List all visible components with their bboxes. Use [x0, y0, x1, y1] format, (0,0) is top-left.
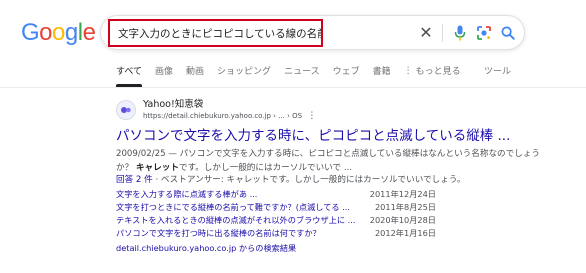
list-item: 文字を入力する際に点滅する棒があ ... 2011年12月24日: [116, 189, 436, 200]
search-icon[interactable]: [499, 24, 517, 42]
list-item: 文字を打つときにでる縦棒の名前って難ですか？(点滅してる ... 2011年8月…: [116, 202, 436, 213]
result-site[interactable]: Yahoo!知恵袋 https://detail.chiebukuro.yaho…: [116, 99, 316, 121]
best-answer-text: · ベストアンサー: キャレットです。しかし一般的にはカーソルでいいでしょう。: [155, 175, 466, 185]
answer-count-link[interactable]: 回答 2 件: [116, 175, 153, 185]
logo-letter-o2: o: [52, 19, 65, 46]
more-vert-icon: ⋮: [403, 65, 413, 76]
yahoo-chiebukuro-favicon: [116, 100, 136, 120]
result-title-link[interactable]: パソコンで文字を入力する時に、ピコピコと点滅している縦棒 ...: [116, 124, 510, 144]
related-date: 2011年8月25日: [374, 202, 436, 212]
site-url: https://detail.chiebukuro.yahoo.co.jp › …: [143, 112, 303, 120]
result-snippet: 2009/02/25 — パソコンで文字を入力する時に、ピコピコと点滅している縦…: [116, 147, 556, 175]
list-item: パソコンで文字を打つ時に出る縦棒の名前は何ですか？ 2012年1月16日: [116, 228, 436, 239]
search-tabs: すべて 画像 動画 ショッピング ニュース ウェブ 書籍 ⋮ もっと見る: [116, 64, 474, 87]
clear-icon[interactable]: ✕: [417, 24, 435, 42]
tab-books[interactable]: 書籍: [373, 64, 391, 87]
more-tabs-label: もっと見る: [415, 67, 461, 77]
tab-all[interactable]: すべて: [116, 64, 143, 87]
more-tabs-button[interactable]: ⋮ もっと見る: [404, 64, 461, 87]
search-bar[interactable]: 文字入力のときにピコピコしている線の名前 ✕: [100, 15, 525, 50]
more-results-link[interactable]: detail.chiebukuro.yahoo.co.jp からの検索結果: [116, 242, 296, 254]
search-divider: [442, 24, 443, 42]
logo-letter-g2: g: [64, 19, 78, 46]
tab-shopping[interactable]: ショッピング: [217, 64, 271, 87]
related-link[interactable]: テキストを入れるときの縦棒の点滅がそれ以外のブラウザ上に ...: [116, 215, 361, 226]
search-query-text: 文字入力のときにピコピコしている線の名前: [118, 27, 323, 40]
microphone-icon[interactable]: [451, 24, 469, 42]
search-input[interactable]: 文字入力のときにピコピコしている線の名前: [108, 19, 323, 47]
related-link[interactable]: 文字を入力する際に点滅する棒があ ...: [116, 189, 361, 200]
related-questions: 文字を入力する際に点滅する棒があ ... 2011年12月24日 文字を打つとき…: [116, 189, 436, 241]
kebab-menu-icon[interactable]: ⋮: [307, 111, 316, 121]
tab-news[interactable]: ニュース: [284, 64, 320, 87]
tab-web[interactable]: ウェブ: [333, 64, 360, 87]
snippet-bold-term: キャレット: [135, 163, 179, 173]
google-logo[interactable]: Google: [21, 19, 96, 47]
related-link[interactable]: 文字を打つときにでる縦棒の名前って難ですか？(点滅してる ...: [116, 202, 361, 213]
camera-lens-icon[interactable]: [475, 24, 493, 42]
tools-button[interactable]: ツール: [484, 64, 511, 77]
snippet-text-2: です。しかし一般的にはカーソルでいいで ...: [178, 163, 353, 173]
answer-line: 回答 2 件 · ベストアンサー: キャレットです。しかし一般的にはカーソルでい…: [116, 173, 466, 185]
site-name: Yahoo!知恵袋: [143, 99, 204, 110]
logo-letter-o1: o: [39, 19, 53, 46]
list-item: テキストを入れるときの縦棒の点滅がそれ以外のブラウザ上に ... 2020年10…: [116, 215, 436, 226]
tabs-divider: [0, 87, 586, 88]
logo-letter-e: e: [82, 19, 96, 46]
tab-images[interactable]: 画像: [155, 64, 173, 87]
related-date: 2012年1月16日: [374, 228, 436, 238]
logo-letter-g: G: [21, 19, 40, 46]
tab-videos[interactable]: 動画: [186, 64, 204, 87]
related-date: 2011年12月24日: [369, 189, 436, 199]
related-date: 2020年10月28日: [369, 215, 436, 225]
related-link[interactable]: パソコンで文字を打つ時に出る縦棒の名前は何ですか？: [116, 228, 361, 239]
